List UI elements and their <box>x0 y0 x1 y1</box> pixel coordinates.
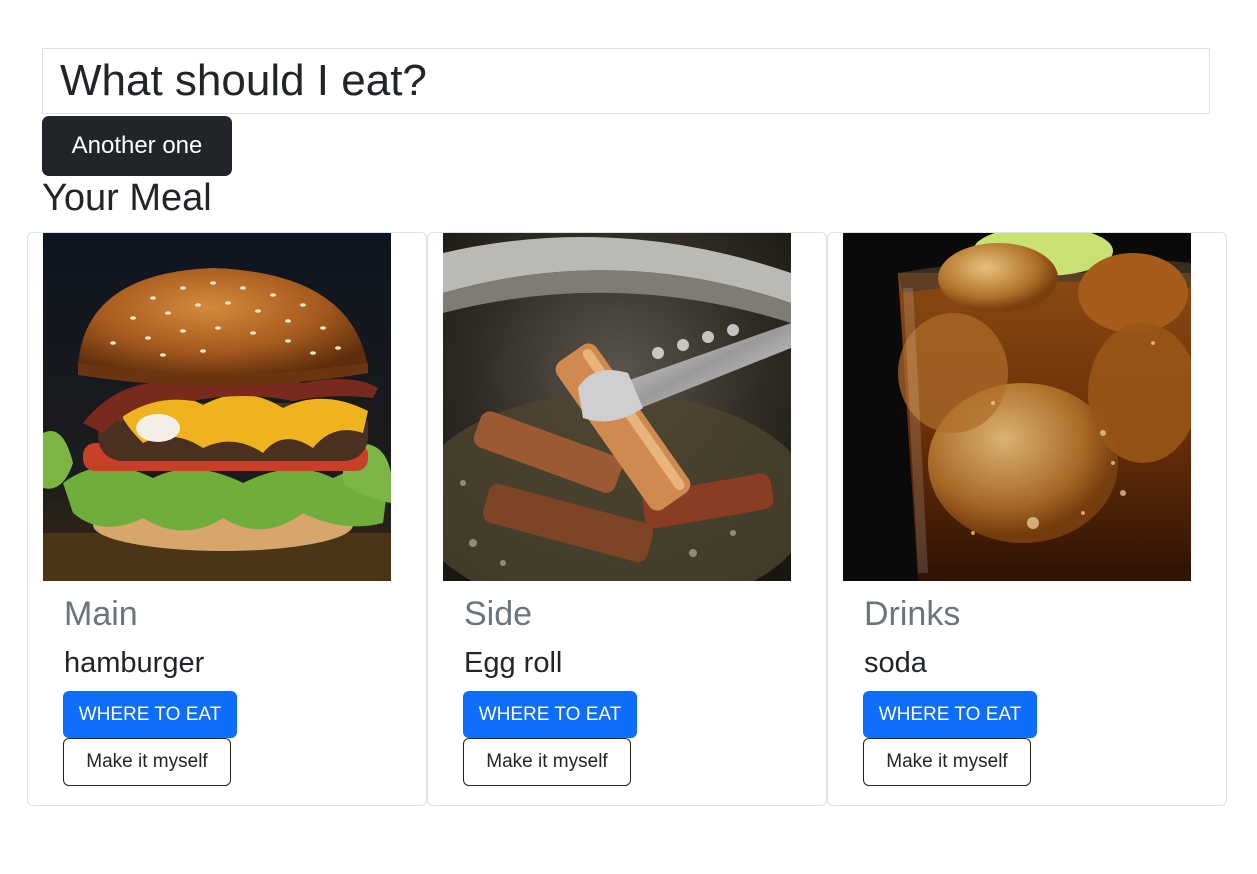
make-it-myself-button[interactable]: Make it myself <box>863 738 1031 786</box>
another-one-button[interactable]: Another one <box>42 116 232 176</box>
meal-card-main: Main hamburger WHERE TO EAT Make it myse… <box>27 232 427 806</box>
where-to-eat-button[interactable]: WHERE TO EAT <box>463 691 637 738</box>
section-title: Your Meal <box>42 177 212 219</box>
card-item-name: Egg roll <box>464 647 563 679</box>
meal-card-drinks: Drinks soda WHERE TO EAT Make it myself <box>827 232 1227 806</box>
card-category: Side <box>464 595 533 633</box>
title-box: What should I eat? <box>42 48 1210 114</box>
soda-image <box>843 233 1191 581</box>
page-title: What should I eat? <box>60 56 427 105</box>
card-category: Drinks <box>864 595 961 633</box>
where-to-eat-button[interactable]: WHERE TO EAT <box>863 691 1037 738</box>
card-item-name: hamburger <box>64 647 205 679</box>
make-it-myself-button[interactable]: Make it myself <box>463 738 631 786</box>
page: What should I eat? Another one Your Meal <box>0 0 1257 874</box>
hamburger-image <box>43 233 391 581</box>
where-to-eat-button[interactable]: WHERE TO EAT <box>63 691 237 738</box>
egg-roll-image <box>443 233 791 581</box>
card-item-name: soda <box>864 647 927 679</box>
make-it-myself-button[interactable]: Make it myself <box>63 738 231 786</box>
meal-card-side: Side Egg roll WHERE TO EAT Make it mysel… <box>427 232 827 806</box>
card-category: Main <box>64 595 138 633</box>
